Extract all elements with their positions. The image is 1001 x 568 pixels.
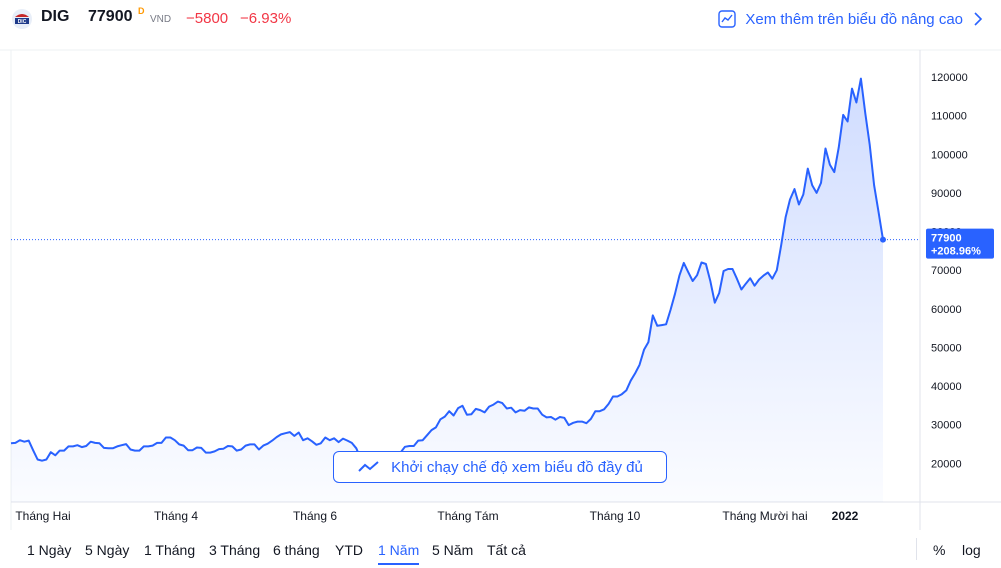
dic-logo-icon: DIC	[12, 9, 32, 29]
x-tick-label: Tháng 4	[154, 509, 198, 523]
range-button[interactable]: 1 Ngày	[27, 542, 71, 558]
toolbar-divider	[916, 538, 917, 560]
symbol-header: DIC DIG 77900 D VND −5800 −6.93% Xem thê…	[0, 0, 1001, 38]
range-toolbar: 1 Ngày 5 Ngày 1 Tháng 3 Tháng 6 tháng YTD 1 Nă…	[0, 530, 1001, 568]
x-tick-label: Tháng Hai	[15, 509, 70, 523]
price-change-percent: −6.93%	[240, 10, 292, 27]
x-tick-label: 2022	[832, 509, 859, 523]
y-tick-label: 120000	[931, 72, 968, 84]
percent-scale-button[interactable]: %	[933, 542, 945, 558]
y-tick-label: 110000	[931, 111, 967, 123]
log-scale-button[interactable]: log	[962, 542, 981, 558]
range-button[interactable]: 3 Tháng	[209, 542, 260, 558]
x-tick-label: Tháng Mười hai	[722, 509, 807, 523]
y-tick-label: 40000	[931, 381, 962, 393]
advanced-chart-label: Xem thêm trên biểu đồ nâng cao	[745, 10, 963, 28]
launch-full-chart-button[interactable]: Khởi chạy chế độ xem biểu đồ đầy đủ	[333, 451, 667, 483]
range-button[interactable]: 1 Tháng	[144, 542, 195, 558]
last-price-dot	[880, 236, 886, 243]
advanced-chart-link[interactable]: Xem thêm trên biểu đồ nâng cao	[718, 6, 983, 32]
range-button[interactable]: 6 tháng	[273, 542, 320, 558]
series-area	[11, 78, 883, 502]
last-price-change: +208.96%	[931, 246, 981, 258]
y-tick-label: 60000	[931, 304, 962, 316]
currency-label: VND	[150, 14, 172, 25]
y-tick-label: 50000	[931, 342, 962, 354]
last-price-value: 77900	[931, 233, 962, 245]
active-range-underline	[378, 563, 419, 565]
launch-full-chart-label: Khởi chạy chế độ xem biểu đồ đầy đủ	[391, 458, 643, 476]
y-tick-label: 90000	[931, 188, 962, 200]
range-button[interactable]: Tất cả	[487, 542, 526, 558]
x-tick-label: Tháng Tám	[437, 509, 498, 523]
chevron-right-icon	[974, 12, 983, 26]
price-change: −5800	[186, 10, 229, 27]
last-price: 77900	[88, 8, 133, 25]
range-button[interactable]: 5 Ngày	[85, 542, 129, 558]
price-flag: D	[138, 6, 145, 16]
price-chart[interactable]: 2000030000400005000060000700008000090000…	[0, 38, 1001, 530]
trend-line-icon	[358, 461, 379, 472]
y-tick-label: 20000	[931, 458, 962, 470]
range-button[interactable]: 1 Năm	[378, 542, 419, 558]
range-button[interactable]: 5 Năm	[432, 542, 473, 558]
x-tick-label: Tháng 10	[590, 509, 641, 523]
symbol-name: DIG	[41, 8, 70, 25]
y-tick-label: 100000	[931, 149, 968, 161]
y-tick-label: 70000	[931, 265, 962, 277]
x-tick-label: Tháng 6	[293, 509, 337, 523]
y-tick-label: 30000	[931, 420, 962, 432]
range-button[interactable]: YTD	[335, 542, 363, 558]
chart-icon	[718, 10, 737, 28]
svg-text:DIC: DIC	[18, 19, 27, 25]
